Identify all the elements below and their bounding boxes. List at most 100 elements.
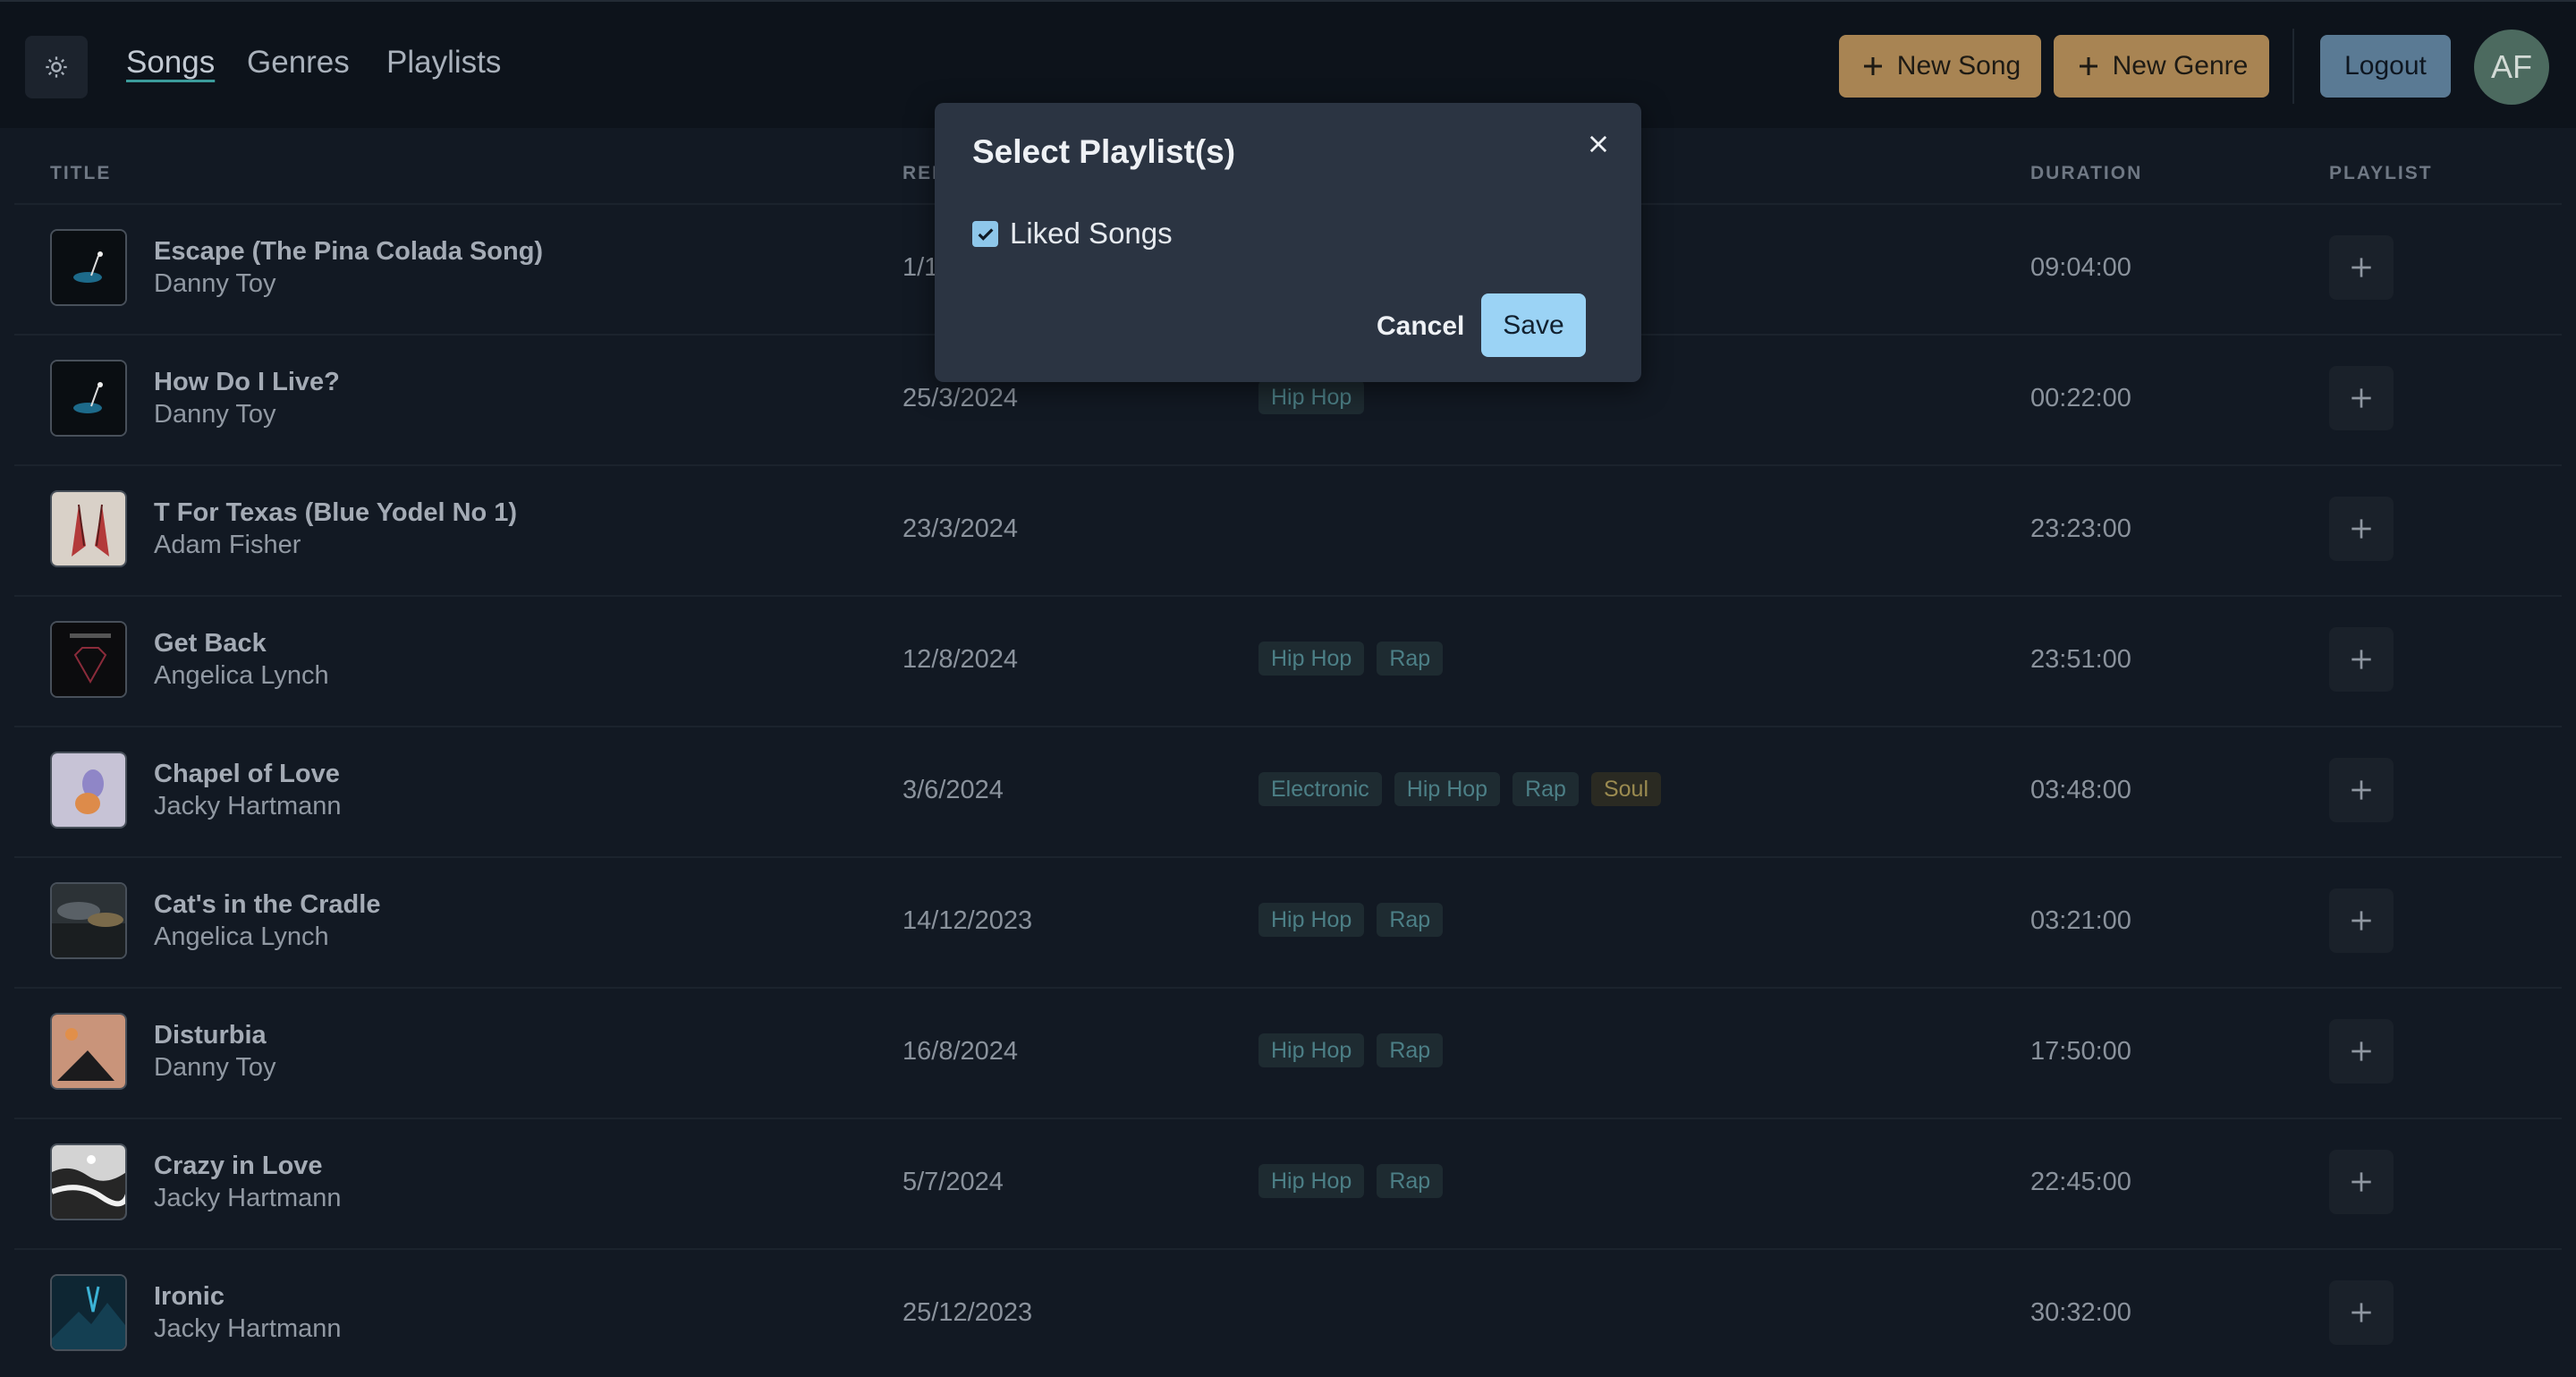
album-cover xyxy=(50,1143,127,1220)
modal-title: Select Playlist(s) xyxy=(972,133,1236,170)
song-duration: 00:22:00 xyxy=(2030,384,2131,412)
album-cover xyxy=(50,621,127,698)
release-date: 23/3/2024 xyxy=(902,514,1019,543)
song-title[interactable]: Crazy in Love xyxy=(154,1152,323,1181)
song-title[interactable]: Chapel of Love xyxy=(154,760,340,789)
genre-tags: Hip Hop Rap xyxy=(1258,903,1444,937)
song-row[interactable]: Cat's in the Cradle Angelica Lynch 14/12/2… xyxy=(14,856,2562,985)
song-row[interactable]: Ironic Jacky Hartmann 25/12/2023 30:32:00 xyxy=(14,1248,2562,1377)
plus-icon xyxy=(2351,388,2371,408)
new-song-button[interactable]: New Song xyxy=(1839,35,2041,98)
song-artist: Angelica Lynch xyxy=(154,922,329,951)
theme-toggle-button[interactable] xyxy=(25,36,88,98)
genre-tag: Hip Hop xyxy=(1394,772,1501,806)
plus-icon xyxy=(2351,650,2371,669)
genre-tag: Hip Hop xyxy=(1258,380,1365,414)
release-date: 16/8/2024 xyxy=(902,1037,1019,1066)
column-header-playlist: PLAYLIST xyxy=(2329,163,2433,183)
release-date: 1/1 xyxy=(902,253,939,282)
genre-tags: Hip Hop Rap xyxy=(1258,642,1444,676)
album-cover xyxy=(50,1274,127,1351)
song-artist: Jacky Hartmann xyxy=(154,792,342,820)
song-duration: 03:21:00 xyxy=(2030,906,2131,935)
song-duration: 09:04:00 xyxy=(2030,253,2131,282)
song-artist: Jacky Hartmann xyxy=(154,1184,342,1212)
song-duration: 22:45:00 xyxy=(2030,1168,2131,1196)
song-artist: Angelica Lynch xyxy=(154,661,329,690)
liked-songs-checkbox[interactable] xyxy=(972,221,998,247)
release-date: 12/8/2024 xyxy=(902,645,1019,674)
song-duration: 23:51:00 xyxy=(2030,645,2131,674)
plus-icon xyxy=(2079,57,2097,75)
close-button[interactable] xyxy=(1580,126,1616,162)
genre-tags: Hip Hop Rap xyxy=(1258,1033,1444,1067)
genre-tags: Hip Hop xyxy=(1258,380,1365,414)
plus-icon xyxy=(2351,519,2371,539)
nav-link-songs[interactable]: Songs xyxy=(126,45,215,81)
column-header-title[interactable]: TITLE xyxy=(50,163,111,184)
genre-tag: Hip Hop xyxy=(1258,1164,1365,1198)
release-date: 25/3/2024 xyxy=(902,384,1019,412)
save-button[interactable]: Save xyxy=(1481,293,1586,357)
album-cover xyxy=(50,360,127,437)
song-row[interactable]: Disturbia Danny Toy 16/8/2024 Hip Hop Rap 17:… xyxy=(14,987,2562,1116)
new-genre-button[interactable]: New Genre xyxy=(2054,35,2269,98)
song-duration: 03:48:00 xyxy=(2030,776,2131,804)
release-date: 14/12/2023 xyxy=(902,906,1033,935)
song-title[interactable]: How Do I Live? xyxy=(154,368,340,397)
add-to-playlist-button[interactable] xyxy=(2329,366,2394,430)
song-title[interactable]: Disturbia xyxy=(154,1021,267,1050)
column-header-duration[interactable]: DURATION xyxy=(2030,163,2142,184)
add-to-playlist-button[interactable] xyxy=(2329,1280,2394,1345)
header-divider xyxy=(2292,29,2294,104)
genre-tags: Electronic Hip Hop Rap Soul xyxy=(1258,772,1662,806)
genre-tag: Rap xyxy=(1377,903,1444,937)
new-genre-label: New Genre xyxy=(2112,51,2249,81)
user-avatar[interactable]: AF xyxy=(2474,30,2549,105)
add-to-playlist-button[interactable] xyxy=(2329,888,2394,953)
plus-icon xyxy=(2351,780,2371,800)
add-to-playlist-button[interactable] xyxy=(2329,1150,2394,1214)
song-title[interactable]: T For Texas (Blue Yodel No 1) xyxy=(154,498,517,528)
song-row[interactable]: Get Back Angelica Lynch 12/8/2024 Hip Hop Ra… xyxy=(14,595,2562,724)
release-date: 25/12/2023 xyxy=(902,1298,1033,1327)
song-artist: Danny Toy xyxy=(154,400,276,429)
song-duration: 17:50:00 xyxy=(2030,1037,2131,1066)
genre-tag: Hip Hop xyxy=(1258,903,1365,937)
song-title[interactable]: Escape (The Pina Colada Song) xyxy=(154,237,543,267)
cancel-button[interactable]: Cancel xyxy=(1377,311,1464,342)
plus-icon xyxy=(2351,911,2371,931)
song-artist: Danny Toy xyxy=(154,1053,276,1082)
add-to-playlist-button[interactable] xyxy=(2329,758,2394,822)
genre-tag: Rap xyxy=(1377,642,1444,676)
genre-tag: Hip Hop xyxy=(1258,642,1365,676)
song-title[interactable]: Ironic xyxy=(154,1282,225,1312)
add-to-playlist-button[interactable] xyxy=(2329,235,2394,300)
genre-tag: Rap xyxy=(1513,772,1579,806)
add-to-playlist-button[interactable] xyxy=(2329,497,2394,561)
album-cover xyxy=(50,882,127,959)
add-to-playlist-button[interactable] xyxy=(2329,627,2394,692)
liked-songs-label[interactable]: Liked Songs xyxy=(1010,217,1173,251)
song-artist: Adam Fisher xyxy=(154,531,301,559)
genre-tags: Hip Hop Rap xyxy=(1258,1164,1444,1198)
select-playlist-modal: Select Playlist(s) Liked Songs Cancel Sa… xyxy=(935,103,1641,382)
song-row[interactable]: Crazy in Love Jacky Hartmann 5/7/2024 Hip H… xyxy=(14,1118,2562,1246)
logout-button[interactable]: Logout xyxy=(2320,35,2451,98)
nav-link-genres[interactable]: Genres xyxy=(247,45,350,81)
plus-icon xyxy=(2351,258,2371,277)
plus-icon xyxy=(2351,1172,2371,1192)
album-cover xyxy=(50,490,127,567)
release-date: 3/6/2024 xyxy=(902,776,1004,804)
song-duration: 23:23:00 xyxy=(2030,514,2131,543)
song-row[interactable]: T For Texas (Blue Yodel No 1) Adam Fisher… xyxy=(14,464,2562,593)
album-cover xyxy=(50,229,127,306)
song-title[interactable]: Cat's in the Cradle xyxy=(154,890,380,920)
song-title[interactable]: Get Back xyxy=(154,629,267,659)
genre-tag: Soul xyxy=(1590,772,1662,806)
plus-icon xyxy=(2351,1041,2371,1061)
song-row[interactable]: Chapel of Love Jacky Hartmann 3/6/2024 Elec… xyxy=(14,726,2562,854)
song-duration: 30:32:00 xyxy=(2030,1298,2131,1327)
nav-link-playlists[interactable]: Playlists xyxy=(386,45,501,81)
add-to-playlist-button[interactable] xyxy=(2329,1019,2394,1084)
